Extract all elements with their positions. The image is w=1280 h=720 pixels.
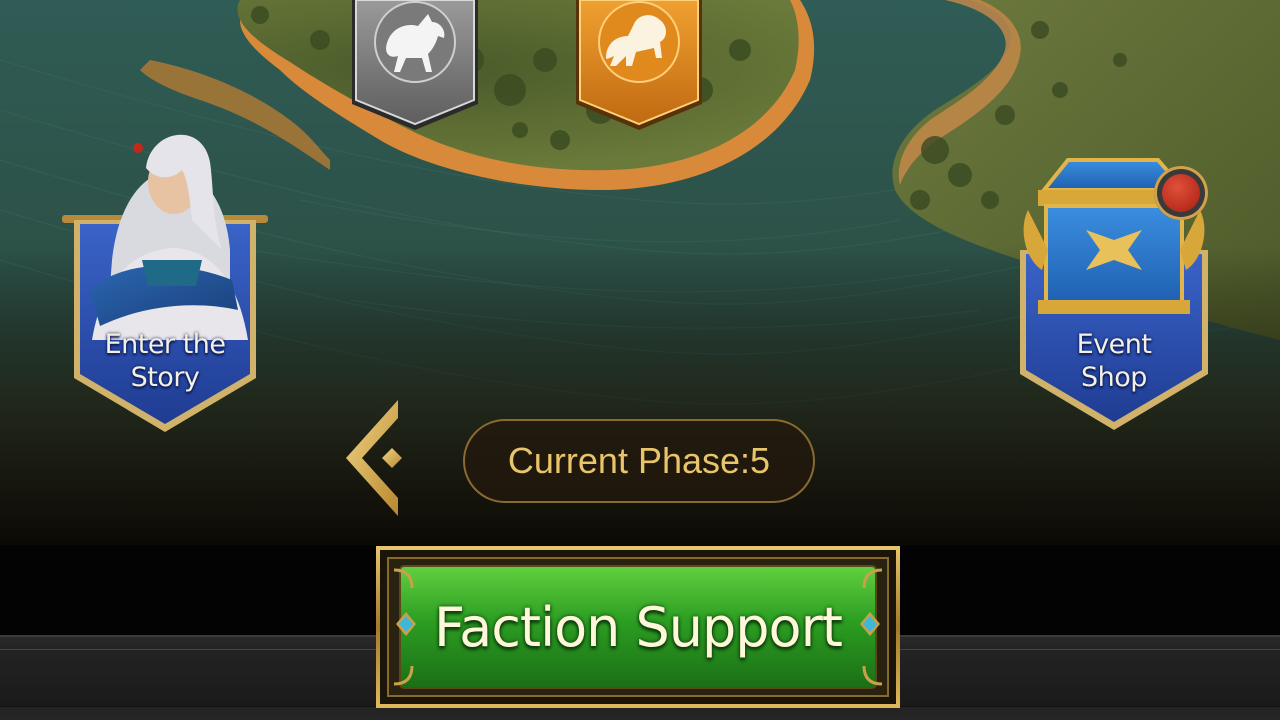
event-shop-button[interactable]: Event Shop xyxy=(1008,150,1220,440)
phase-label: Current Phase xyxy=(507,440,741,481)
phase-separator: : xyxy=(740,440,751,481)
event-shop-label: Event Shop xyxy=(1076,329,1152,393)
current-phase-indicator: Current Phase:5 xyxy=(463,419,815,503)
faction-support-button[interactable]: Faction Support xyxy=(376,546,900,708)
back-arrow-icon[interactable] xyxy=(338,398,408,518)
faction-banner-lion[interactable] xyxy=(572,0,706,134)
faction-banner-horse[interactable] xyxy=(348,0,482,134)
notification-dot xyxy=(1154,166,1208,220)
enter-story-button[interactable]: Enter the Story xyxy=(62,110,268,440)
game-screen: Enter the Story Event Shop Current Phase… xyxy=(0,0,1280,720)
phase-value: 5 xyxy=(750,440,771,481)
faction-support-label: Faction Support xyxy=(434,595,843,659)
enter-story-label: Enter the Story xyxy=(104,329,226,393)
